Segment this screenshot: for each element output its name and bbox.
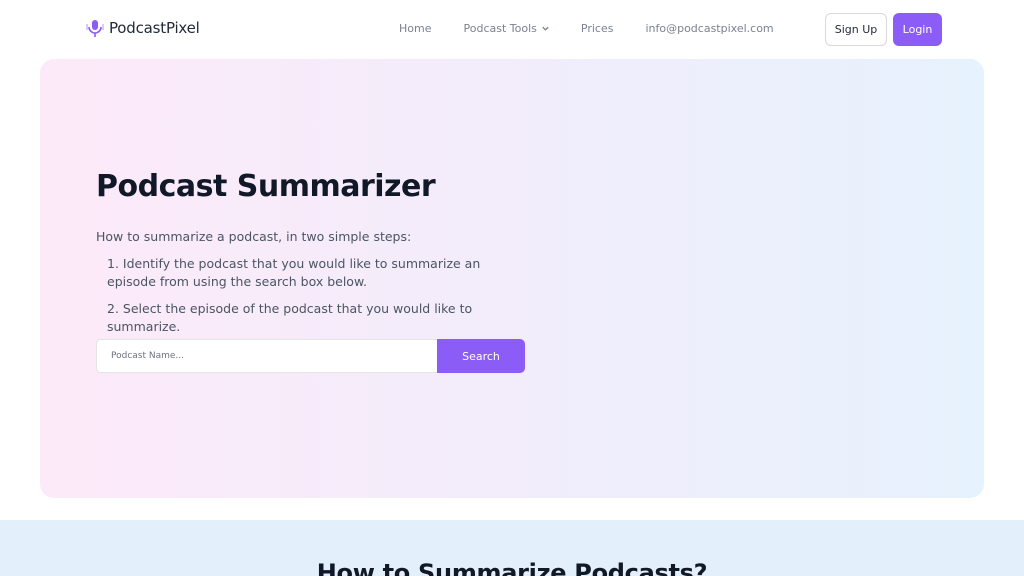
chevron-down-icon — [542, 26, 549, 31]
login-button[interactable]: Login — [893, 13, 942, 46]
hero-section: Podcast Summarizer How to summarize a po… — [40, 59, 984, 498]
section-heading: How to Summarize Podcasts? — [316, 559, 708, 576]
brand-name: PodcastPixel — [109, 19, 200, 37]
sign-up-button[interactable]: Sign Up — [825, 13, 887, 46]
search-button[interactable]: Search — [437, 339, 525, 373]
how-to-section: How to Summarize Podcasts? — [0, 520, 1024, 576]
nav-link-email[interactable]: info@podcastpixel.com — [645, 22, 773, 35]
step-item-2: 2. Select the episode of the podcast tha… — [107, 301, 473, 334]
nav-link-home[interactable]: Home — [399, 22, 431, 35]
nav-links: Home Podcast Tools Prices info@podcastpi… — [399, 22, 774, 35]
page-title: Podcast Summarizer — [96, 169, 436, 204]
nav-link-prices[interactable]: Prices — [581, 22, 614, 35]
nav-link-podcast-tools[interactable]: Podcast Tools — [463, 22, 549, 35]
top-navigation: PodcastPixel Home Podcast Tools Prices i… — [0, 0, 1024, 58]
step-item-1: 1. Identify the podcast that you would l… — [107, 256, 481, 289]
podcast-microphone-icon — [86, 20, 104, 37]
brand-logo[interactable]: PodcastPixel — [85, 18, 200, 38]
podcast-search-input[interactable] — [96, 339, 438, 373]
hero-intro-text: How to summarize a podcast, in two simpl… — [96, 229, 412, 244]
steps-list: 1. Identify the podcast that you would l… — [107, 255, 527, 345]
nav-link-podcast-tools-label: Podcast Tools — [463, 22, 537, 35]
